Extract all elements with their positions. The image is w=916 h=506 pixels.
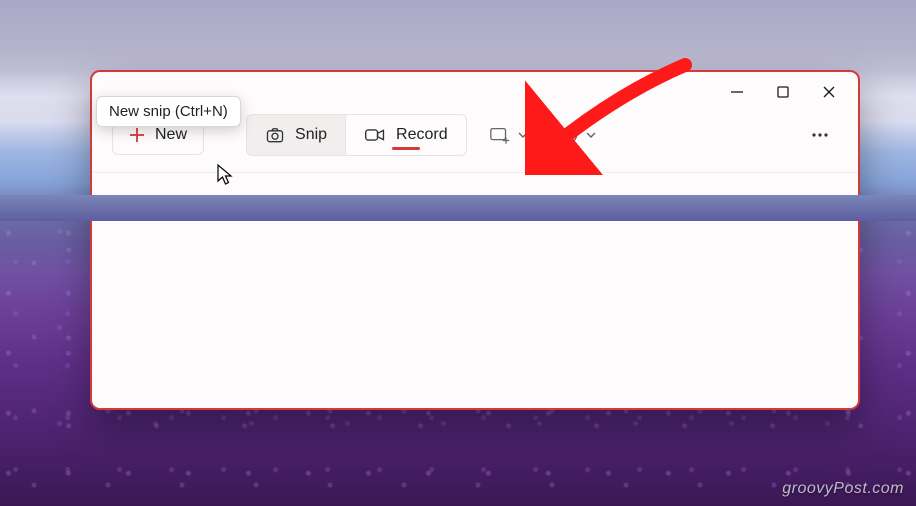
record-underline-icon xyxy=(392,147,420,150)
watermark: groovyPost.com xyxy=(782,480,904,498)
mode-segmented: Snip Record xyxy=(246,114,467,156)
snip-tab[interactable]: Snip xyxy=(247,115,345,155)
chevron-down-icon xyxy=(517,129,529,141)
snip-mode-dropdown[interactable] xyxy=(481,115,537,155)
content-area xyxy=(92,172,858,408)
plus-icon xyxy=(129,127,145,143)
tooltip-text: New snip (Ctrl+N) xyxy=(109,103,228,120)
close-button[interactable] xyxy=(806,76,852,108)
more-button[interactable] xyxy=(802,115,838,155)
window-controls xyxy=(714,76,852,108)
minimize-icon xyxy=(730,85,744,99)
close-icon xyxy=(822,85,836,99)
snip-tab-label: Snip xyxy=(295,126,327,144)
new-snip-tooltip: New snip (Ctrl+N) xyxy=(96,96,241,127)
clock-icon xyxy=(559,125,579,145)
maximize-icon xyxy=(776,85,790,99)
video-icon xyxy=(364,125,386,145)
desktop-wallpaper: New Snip Record xyxy=(0,0,916,506)
watermark-text: groovyPost.com xyxy=(782,480,904,497)
delay-dropdown[interactable] xyxy=(551,115,605,155)
record-tab-label: Record xyxy=(396,126,448,144)
minimize-button[interactable] xyxy=(714,76,760,108)
chevron-down-icon xyxy=(585,129,597,141)
maximize-button[interactable] xyxy=(760,76,806,108)
camera-icon xyxy=(265,125,285,145)
record-tab[interactable]: Record xyxy=(345,115,466,155)
new-button-label: New xyxy=(155,126,187,144)
rectangle-snip-icon xyxy=(489,125,511,145)
more-icon xyxy=(810,125,830,145)
